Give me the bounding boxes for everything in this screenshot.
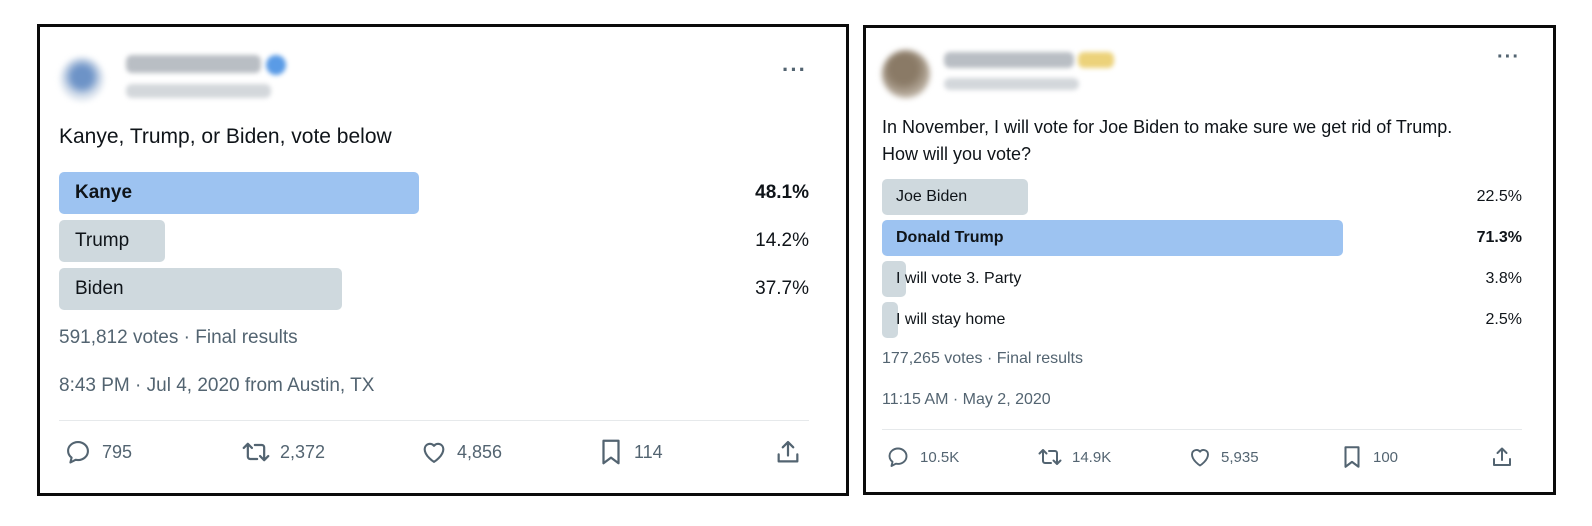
poll-option-percentage: 48.1% — [755, 182, 809, 203]
poll-option-label: Trump — [75, 230, 130, 251]
poll-option-label: Donald Trump — [896, 229, 1004, 246]
poll-vote-count: 591,812 votes · Final results — [59, 327, 298, 348]
repost-count: 14.9K — [1072, 448, 1112, 466]
avatar[interactable] — [60, 57, 104, 101]
poll-option: Donald Trump 71.3% — [882, 220, 1522, 256]
poll-option-percentage: 3.8% — [1485, 270, 1522, 287]
tweet-text-line: How will you vote? — [882, 144, 1032, 164]
bookmark-count: 100 — [1373, 448, 1399, 466]
poll-option: Trump 14.2% — [59, 220, 809, 262]
reply-icon — [64, 438, 92, 466]
repost-button[interactable]: 2,372 — [240, 437, 325, 467]
display-name[interactable] — [126, 55, 261, 73]
bookmark-icon — [598, 437, 624, 467]
repost-icon — [240, 438, 272, 466]
reply-button[interactable]: 795 — [64, 437, 132, 467]
poll-option: Biden 37.7% — [59, 268, 809, 310]
tweet-timestamp[interactable]: 8:43 PM · Jul 4, 2020 from Austin, TX — [59, 375, 374, 397]
reply-button[interactable]: 10.5K — [886, 443, 959, 471]
poll-option-percentage: 71.3% — [1476, 229, 1522, 246]
poll-option-label: I will stay home — [896, 311, 1006, 328]
tweet-card: ··· Kanye, Trump, or Biden, vote below K… — [37, 24, 849, 496]
poll-vote-count: 177,265 votes · Final results — [882, 350, 1083, 367]
repost-button[interactable]: 14.9K — [1036, 443, 1111, 471]
poll-option: I will stay home 2.5% — [882, 302, 1522, 338]
poll-option-percentage: 37.7% — [755, 278, 809, 299]
tweet-text-line: In November, I will vote for Joe Biden t… — [882, 117, 1453, 137]
repost-count: 2,372 — [280, 441, 326, 462]
display-name-emoji — [1078, 52, 1114, 68]
like-button[interactable]: 5,935 — [1187, 443, 1259, 471]
reply-count: 795 — [102, 441, 133, 462]
poll-option-percentage: 2.5% — [1485, 311, 1522, 328]
share-button[interactable] — [1490, 443, 1514, 471]
display-name[interactable] — [944, 52, 1074, 68]
poll-option-percentage: 14.2% — [755, 230, 809, 251]
share-button[interactable] — [774, 437, 802, 467]
share-icon — [1490, 445, 1514, 469]
share-icon — [774, 438, 802, 466]
more-options-icon[interactable]: ··· — [1497, 46, 1520, 69]
like-button[interactable]: 4,856 — [419, 437, 502, 467]
heart-icon — [419, 438, 449, 466]
verified-badge-icon — [266, 55, 286, 75]
repost-icon — [1036, 445, 1064, 469]
avatar[interactable] — [882, 50, 930, 98]
user-handle[interactable] — [126, 84, 271, 98]
tweet-card: ··· In November, I will vote for Joe Bid… — [863, 25, 1556, 495]
divider — [59, 420, 809, 421]
poll-option: Kanye 48.1% — [59, 172, 809, 214]
poll-option-label: Joe Biden — [896, 188, 968, 205]
bookmark-button[interactable]: 114 — [598, 437, 663, 467]
like-count: 4,856 — [457, 441, 503, 462]
like-count: 5,935 — [1221, 448, 1259, 466]
reply-icon — [886, 445, 910, 469]
reply-count: 10.5K — [920, 448, 960, 466]
poll-option-percentage: 22.5% — [1476, 188, 1522, 205]
divider — [882, 429, 1522, 430]
poll-option-label: Biden — [75, 278, 124, 299]
poll-option: I will vote 3. Party 3.8% — [882, 261, 1522, 297]
bookmark-icon — [1341, 444, 1363, 470]
poll-option-label: I will vote 3. Party — [896, 270, 1022, 287]
tweet-text: In November, I will vote for Joe Biden t… — [882, 114, 1452, 168]
tweet-timestamp[interactable]: 11:15 AM · May 2, 2020 — [882, 391, 1051, 409]
bookmark-button[interactable]: 100 — [1341, 443, 1398, 471]
tweet-text: Kanye, Trump, or Biden, vote below — [59, 125, 392, 148]
poll-option-label: Kanye — [75, 182, 133, 203]
user-handle[interactable] — [944, 78, 1079, 90]
poll-option: Joe Biden 22.5% — [882, 179, 1522, 215]
more-options-icon[interactable]: ··· — [782, 57, 807, 83]
heart-icon — [1187, 445, 1213, 469]
bookmark-count: 114 — [634, 441, 663, 462]
